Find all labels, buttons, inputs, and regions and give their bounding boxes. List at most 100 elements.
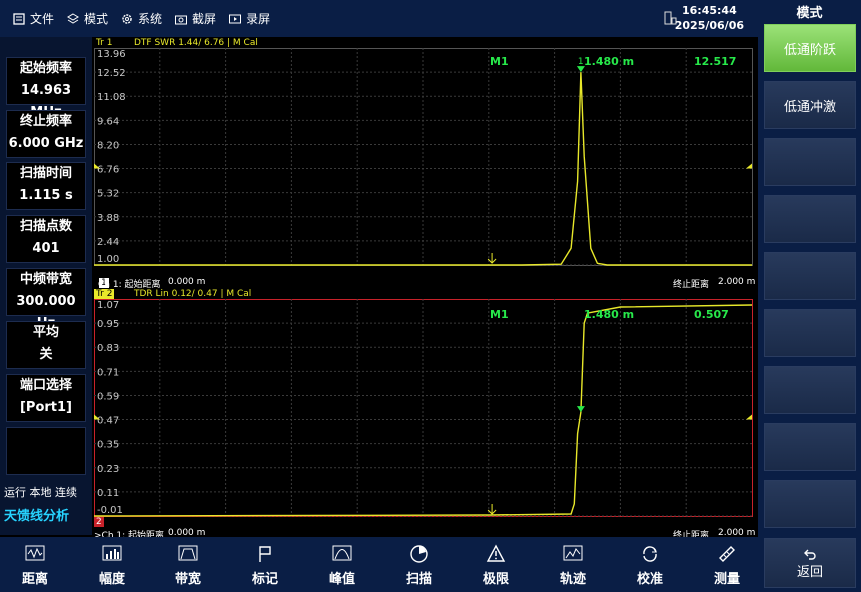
bottom-bar: 距离 幅度 带宽 标记 峰值 扫描 极限 轨迹 校准 测量 xyxy=(0,537,758,592)
bottom-calibrate-button[interactable]: 校准 xyxy=(615,540,685,590)
menu-record-label: 录屏 xyxy=(246,12,271,26)
softkey-7[interactable] xyxy=(764,366,856,414)
ref-marker-right xyxy=(746,163,752,169)
waveform-icon xyxy=(25,545,45,561)
trace1-start-value: 0.000 m xyxy=(168,277,206,287)
stop-freq-value: 6.000 GHz xyxy=(8,136,84,151)
sweep-time-value: 1.115 s xyxy=(19,188,73,203)
menu-system[interactable]: 系统 xyxy=(120,10,162,27)
softkey-8[interactable] xyxy=(764,423,856,471)
lowpass-step-button[interactable]: 低通阶跃 xyxy=(764,24,856,72)
bottom-sweep-label: 扫描 xyxy=(405,572,432,587)
y-tick-label: 11.08 xyxy=(97,92,126,103)
sweep-time-box[interactable]: 扫描时间 1.115 s xyxy=(6,162,86,210)
back-arrow-icon xyxy=(804,549,816,560)
trace1-panel[interactable]: Tr 1 DTF SWR 1.44/ 6.76 | M Cal 13.96 12.… xyxy=(92,37,758,289)
run-status: 运行 本地 连续 xyxy=(4,486,77,499)
trace2-panel[interactable]: Tr 2 TDR Lin 0.12/ 0.47 | M Cal 1.07 0.95… xyxy=(92,289,758,537)
y-tick-label: 0.59 xyxy=(97,391,119,402)
menu-screenshot[interactable]: 截屏 xyxy=(174,10,216,27)
trace1-tag: Tr 1 xyxy=(96,38,113,48)
bottom-measure-label: 测量 xyxy=(713,572,740,587)
sweep-points-value: 401 xyxy=(32,241,60,256)
softkey-9[interactable] xyxy=(764,480,856,528)
bottom-amplitude-label: 幅度 xyxy=(98,572,125,587)
y-tick-label: 2.44 xyxy=(97,237,119,248)
trace1-chart[interactable]: 13.96 12.52 11.08 9.64 8.20 6.76 5.32 3.88 2.44 1… xyxy=(94,48,756,288)
y-tick-label: 0.23 xyxy=(97,464,119,475)
y-tick-label: 1.07 xyxy=(97,300,119,311)
marker-y-value: 12.517 xyxy=(694,55,736,68)
average-value: 关 xyxy=(39,347,53,362)
back-label: 返回 xyxy=(796,564,823,580)
marker-name: M1 xyxy=(490,308,509,321)
peak-icon xyxy=(332,545,352,561)
softkey-3[interactable] xyxy=(764,138,856,186)
bottom-amplitude-button[interactable]: 幅度 xyxy=(77,540,147,590)
bottom-limit-label: 极限 xyxy=(482,572,509,587)
bandwidth-icon xyxy=(178,545,198,561)
sweep-points-label: 扫描点数 xyxy=(19,219,72,234)
average-box[interactable]: 平均关 xyxy=(6,321,86,369)
bottom-bandwidth-button[interactable]: 带宽 xyxy=(153,540,223,590)
menu-file[interactable]: 文件 xyxy=(12,10,54,27)
y-tick-label: 13.96 xyxy=(97,49,126,60)
bottom-peak-button[interactable]: 峰值 xyxy=(307,540,377,590)
bottom-distance-button[interactable]: 距离 xyxy=(0,540,70,590)
right-panel: 模式 低通阶跃 低通冲激 返回 xyxy=(758,0,861,592)
lowpass-impulse-button[interactable]: 低通冲激 xyxy=(764,81,856,129)
y-tick-label: 5.32 xyxy=(97,189,119,200)
menu-mode[interactable]: 模式 xyxy=(66,10,108,27)
sweep-time-label: 扫描时间 xyxy=(19,166,72,181)
layers-icon xyxy=(67,12,79,24)
bottom-peak-label: 峰值 xyxy=(328,572,355,587)
back-button[interactable]: 返回 xyxy=(764,538,856,588)
start-freq-box[interactable]: 起始频率14.963 MHz xyxy=(6,57,86,120)
bottom-trace-button[interactable]: 轨迹 xyxy=(538,540,608,590)
trace-icon xyxy=(563,545,583,561)
bottom-limit-button[interactable]: 极限 xyxy=(461,540,531,590)
ref-marker-right xyxy=(746,414,752,420)
y-tick-label: 0.95 xyxy=(97,319,119,330)
y-tick-label: 8.20 xyxy=(97,140,119,151)
menu-system-label: 系统 xyxy=(138,12,163,26)
y-tick-label: 12.52 xyxy=(97,68,126,79)
marker-y-value: 0.507 xyxy=(694,308,729,321)
sweep-points-box[interactable]: 扫描点数 401 xyxy=(6,215,86,263)
stop-freq-label: 终止频率 xyxy=(19,114,72,129)
port-select-value: [Port1] xyxy=(19,400,72,415)
camera-icon xyxy=(175,15,188,24)
softkey-4[interactable] xyxy=(764,195,856,243)
video-icon xyxy=(229,14,242,23)
clock-time: 16:45:44 xyxy=(682,4,737,17)
softkey-6[interactable] xyxy=(764,309,856,357)
bottom-sweep-button[interactable]: 扫描 xyxy=(384,540,454,590)
menu-mode-label: 模式 xyxy=(84,12,109,26)
bottom-marker-label: 标记 xyxy=(251,572,278,587)
port-select-box[interactable]: 端口选择 [Port1] xyxy=(6,374,86,422)
bottom-measure-button[interactable]: 测量 xyxy=(692,540,762,590)
bottom-bandwidth-label: 带宽 xyxy=(174,572,201,587)
menu-record[interactable]: 录屏 xyxy=(228,10,270,27)
y-tick-label: 0.35 xyxy=(97,440,119,451)
y-tick-label: 3.88 xyxy=(97,213,119,224)
sweep-icon xyxy=(410,545,428,563)
stop-freq-box[interactable]: 终止频率 6.000 GHz xyxy=(6,110,86,158)
bottom-marker-button[interactable]: 标记 xyxy=(230,540,300,590)
marker-triangle xyxy=(576,406,585,413)
bottom-calibrate-label: 校准 xyxy=(636,572,663,587)
file-icon xyxy=(13,12,25,25)
marker-name: M1 xyxy=(490,55,509,68)
if-bandwidth-box[interactable]: 中频带宽300.000 Hz xyxy=(6,268,86,331)
flag-icon xyxy=(259,546,271,562)
softkey-5[interactable] xyxy=(764,252,856,300)
trace2-tag: Tr 2 xyxy=(94,289,115,299)
average-label: 平均 xyxy=(32,325,59,340)
y-tick-label: 0.11 xyxy=(97,488,119,499)
trace2-chart[interactable]: 1.07 0.95 0.83 0.71 0.59 0.47 0.35 0.23 0.11 -0.0… xyxy=(94,299,756,527)
if-bandwidth-label: 中频带宽 xyxy=(19,272,72,287)
port-select-label: 端口选择 xyxy=(19,378,72,393)
clock-date: 2025/06/06 xyxy=(674,19,744,32)
lowpass-step-label: 低通阶跃 xyxy=(783,42,836,58)
top-bar: 文件 模式 系统 截屏 录屏 16:45:44 2025/06/06 xyxy=(0,0,758,37)
